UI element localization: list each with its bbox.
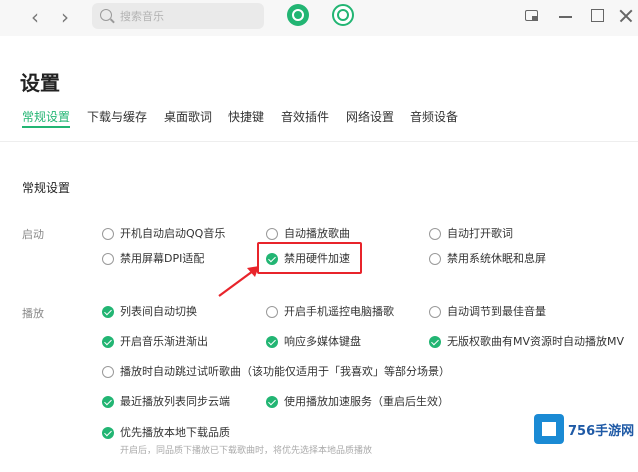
tab-sound-plugins[interactable]: 音效插件 (281, 108, 329, 130)
close-button[interactable] (617, 7, 635, 25)
group-label-startup: 启动 (22, 228, 44, 241)
tab-audio-device[interactable]: 音频设备 (410, 108, 458, 130)
checked-icon (102, 306, 114, 318)
checked-icon (429, 336, 441, 348)
search-icon (100, 9, 112, 21)
search-box[interactable] (92, 3, 264, 29)
tab-download-cache[interactable]: 下载与缓存 (87, 108, 147, 130)
unchecked-icon (266, 306, 278, 318)
checked-icon (266, 336, 278, 348)
checked-icon (102, 336, 114, 348)
page-title: 设置 (20, 71, 60, 95)
minimize-icon (559, 16, 572, 18)
checked-icon (102, 396, 114, 408)
search-input[interactable] (120, 7, 256, 25)
maximize-button[interactable] (589, 7, 607, 25)
group-label-playback: 播放 (22, 307, 44, 320)
section-title: 常规设置 (22, 181, 71, 195)
checked-icon (266, 396, 278, 408)
music-recognition-button[interactable] (287, 4, 309, 26)
skin-button[interactable] (332, 4, 354, 26)
tab-general[interactable]: 常规设置 (22, 108, 71, 130)
arrow-annotation-icon (218, 266, 259, 297)
tab-divider (0, 141, 638, 142)
watermark: 756手游网 (530, 412, 634, 446)
chevron-right-icon: › (61, 5, 69, 29)
back-button[interactable]: ‹ (24, 6, 46, 28)
unchecked-icon (102, 366, 114, 378)
unchecked-icon (266, 228, 278, 240)
tab-desktop-lyrics[interactable]: 桌面歌词 (164, 108, 212, 130)
tab-network[interactable]: 网络设置 (346, 108, 394, 130)
music-note-icon (292, 9, 304, 21)
minimize-button[interactable] (557, 7, 575, 25)
unchecked-icon (102, 253, 114, 265)
cube-logo-icon (534, 414, 564, 444)
maximize-icon (591, 9, 604, 22)
tab-hotkeys[interactable]: 快捷键 (228, 108, 264, 130)
skin-icon (337, 9, 349, 21)
unchecked-icon (429, 306, 441, 318)
checked-icon (102, 427, 114, 439)
highlight-annotation (257, 242, 362, 274)
unchecked-icon (429, 228, 441, 240)
mini-player-button[interactable] (523, 7, 541, 25)
chevron-left-icon: ‹ (31, 5, 39, 29)
unchecked-icon (102, 228, 114, 240)
title-bar: ‹ › (0, 0, 638, 36)
forward-button[interactable]: › (54, 6, 76, 28)
option-note: 开启后，同品质下播放已下载歌曲时，将优先选择本地品质播放 (120, 446, 373, 456)
unchecked-icon (429, 253, 441, 265)
watermark-text: 756手游网 (568, 424, 635, 439)
